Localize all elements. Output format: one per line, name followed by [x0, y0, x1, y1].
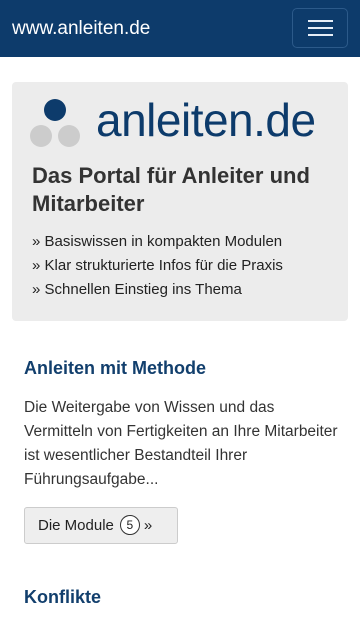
site-brand-link[interactable]: www.anleiten.de: [12, 17, 150, 41]
feature-item: » Klar strukturierte Infos für die Praxi…: [32, 257, 283, 274]
navbar: www.anleiten.de: [0, 0, 360, 57]
logo-wordmark: anleiten.de: [96, 94, 316, 146]
double-chevron-right-icon: »: [143, 517, 153, 534]
feature-list: » Basiswissen in kompakten Modulen » Kla…: [32, 230, 283, 302]
section-body-anleiten: Die Weitergabe von Wissen und das Vermit…: [24, 399, 338, 488]
module-count-badge: 5: [119, 515, 140, 535]
feature-item: » Basiswissen in kompakten Modulen: [32, 233, 283, 250]
feature-item: » Schnellen Einstieg ins Thema: [32, 281, 242, 298]
dots-logo-icon: [30, 99, 80, 147]
hero-banner: anleiten.de Das Portal für Anleiter und …: [12, 82, 348, 321]
section-title-konflikte: Konflikte: [24, 587, 102, 607]
hero-tagline: Das Portal für Anleiter und Mitarbeiter: [32, 163, 310, 216]
menu-toggle-button[interactable]: [292, 8, 348, 48]
modules-button[interactable]: Die Module 5»: [24, 507, 178, 544]
modules-button-label: Die Module: [38, 517, 114, 534]
section-title-anleiten: Anleiten mit Methode: [24, 358, 207, 378]
